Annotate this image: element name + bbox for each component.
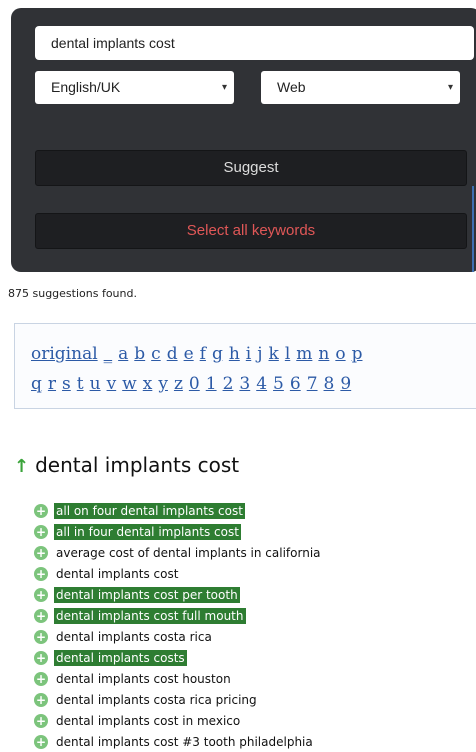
alphabet-link[interactable]: w [122,374,137,394]
keyword-item[interactable]: + all in four dental implants cost [34,521,323,542]
chevron-down-icon: ▾ [447,82,453,93]
alphabet-link[interactable]: 8 [324,374,335,394]
keyword-item[interactable]: + dental implants costa rica pricing [34,689,323,710]
alphabet-link[interactable]: original [31,344,98,364]
keyword-text[interactable]: average cost of dental implants in calif… [54,545,323,561]
suggestion-count: 875 suggestions found. [8,287,137,300]
chevron-down-icon: ▾ [221,82,227,93]
keyword-text[interactable]: dental implants cost #3 tooth philadelph… [54,734,315,750]
alphabet-link[interactable]: u [90,374,101,394]
alphabet-link[interactable]: y [158,374,168,394]
alphabet-link[interactable]: a [118,344,128,364]
alphabet-link[interactable]: l [285,344,290,364]
add-keyword-icon[interactable]: + [34,608,48,623]
add-keyword-icon[interactable]: + [34,587,48,602]
add-keyword-icon[interactable]: + [34,671,48,686]
alphabet-link[interactable]: 4 [256,374,267,394]
add-keyword-icon[interactable]: + [34,629,48,644]
add-keyword-icon[interactable]: + [34,545,48,560]
add-keyword-icon[interactable]: + [34,692,48,707]
alphabet-link[interactable]: z [174,374,183,394]
alphabet-link[interactable]: 7 [307,374,318,394]
keyword-text[interactable]: all on four dental implants cost [54,502,245,519]
select-all-keywords-button[interactable]: Select all keywords [35,213,467,249]
alphabet-link[interactable]: m [296,344,312,364]
alphabet-link[interactable]: t [77,374,84,394]
keyword-item[interactable]: + dental implants costa rica [34,626,323,647]
add-keyword-icon[interactable]: + [34,734,48,749]
alphabet-link[interactable]: 2 [223,374,234,394]
keyword-item[interactable]: + all on four dental implants cost [34,500,323,521]
alphabet-link[interactable]: 5 [273,374,284,394]
keyword-item[interactable]: + average cost of dental implants in cali… [34,542,323,563]
keyword-text[interactable]: dental implants costa rica pricing [54,692,259,708]
alphabet-link[interactable]: p [352,344,363,364]
alphabet-link[interactable]: x [143,374,153,394]
keyword-text[interactable]: dental implants cost houston [54,671,233,687]
keyword-item[interactable]: + dental implants cost [34,563,323,584]
keyword-group-title-text: dental implants cost [35,453,240,477]
alphabet-link[interactable]: r [48,374,56,394]
add-keyword-icon[interactable]: + [34,566,48,581]
alphabet-link[interactable]: c [151,344,161,364]
keyword-text[interactable]: dental implants cost [54,566,180,582]
keyword-search-input[interactable]: dental implants cost [35,26,474,60]
suggest-button[interactable]: Suggest [35,150,467,186]
language-select[interactable]: English/UK ▾ [35,71,234,104]
keyword-item[interactable]: + dental implants cost houston [34,668,323,689]
alphabet-link[interactable]: o [335,344,345,364]
keyword-text[interactable]: dental implants cost full mouth [54,607,246,624]
keyword-text[interactable]: dental implants costs [54,649,187,666]
alphabet-filter: original _ a b c d e f g h i j k l m n o p qrstuvwxyz0123… [14,323,476,409]
up-arrow-icon[interactable]: ↑ [14,456,29,477]
alphabet-link[interactable]: _ [104,344,113,364]
keyword-item[interactable]: + dental implants cost full mouth [34,605,323,626]
add-keyword-icon[interactable]: + [34,503,48,518]
alphabet-link[interactable]: f [200,344,206,364]
alphabet-link[interactable]: 9 [340,374,351,394]
alphabet-link[interactable]: q [31,374,42,394]
keyword-text[interactable]: dental implants costa rica [54,629,214,645]
alphabet-link[interactable]: e [184,344,194,364]
keyword-text[interactable]: dental implants cost per tooth [54,586,240,603]
add-keyword-icon[interactable]: + [34,524,48,539]
scroll-indicator [472,186,474,272]
alphabet-link[interactable]: 0 [189,374,200,394]
alphabet-link[interactable]: 6 [290,374,301,394]
alphabet-link[interactable]: d [167,344,178,364]
alphabet-link[interactable]: h [229,344,240,364]
keyword-group-title: ↑ dental implants cost [14,453,239,477]
alphabet-row-1: original _ a b c d e f g h i j k l m n o p [31,344,368,364]
alphabet-link[interactable]: j [257,344,262,364]
source-select-value: Web [277,79,306,95]
source-select[interactable]: Web ▾ [261,71,460,104]
alphabet-row-2: qrstuvwxyz0123456789 [31,374,357,394]
keyword-item[interactable]: + dental implants cost per tooth [34,584,323,605]
alphabet-link[interactable]: g [212,344,223,364]
language-select-value: English/UK [51,79,121,95]
add-keyword-icon[interactable]: + [34,713,48,728]
alphabet-link[interactable]: v [107,374,117,394]
keyword-text[interactable]: dental implants cost in mexico [54,713,242,729]
alphabet-link[interactable]: 1 [206,374,217,394]
alphabet-link[interactable]: 3 [239,374,250,394]
alphabet-link[interactable]: n [318,344,329,364]
keyword-item[interactable]: + dental implants costs [34,647,323,668]
keyword-list: + all on four dental implants cost + all in… [34,500,323,752]
alphabet-link[interactable]: k [269,344,279,364]
alphabet-link[interactable]: b [134,344,145,364]
alphabet-link[interactable]: i [246,344,251,364]
search-panel: dental implants cost English/UK ▾ Web ▾ … [11,8,476,272]
keyword-text[interactable]: all in four dental implants cost [54,523,241,540]
alphabet-link[interactable]: s [62,374,71,394]
add-keyword-icon[interactable]: + [34,650,48,665]
keyword-item[interactable]: + dental implants cost in mexico [34,710,323,731]
